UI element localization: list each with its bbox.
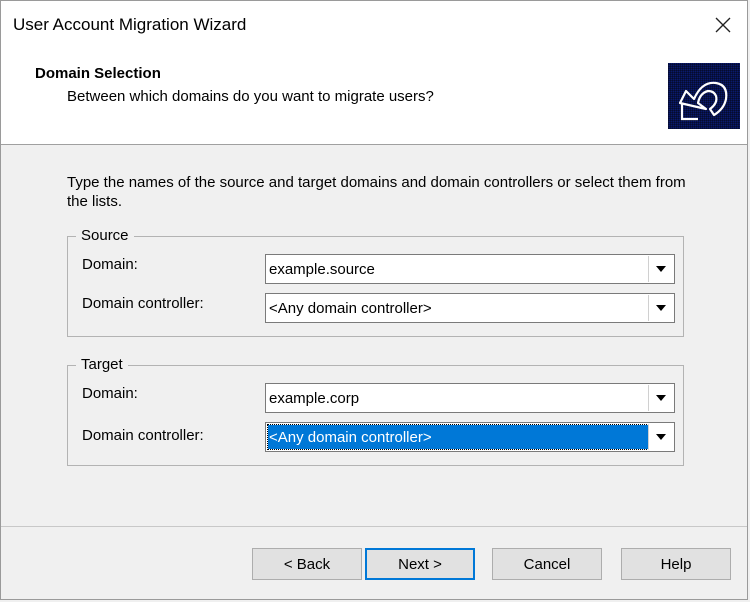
next-button[interactable]: Next > — [365, 548, 475, 580]
title-bar: User Account Migration Wizard — [1, 1, 747, 49]
close-button[interactable] — [699, 1, 747, 49]
page-title: Domain Selection — [35, 65, 161, 82]
source-dc-value[interactable]: <Any domain controller> — [268, 296, 648, 320]
source-dc-label: Domain controller: — [82, 295, 204, 312]
back-button[interactable]: < Back — [252, 548, 362, 580]
migration-arrow-icon — [668, 63, 740, 129]
close-icon — [715, 17, 731, 33]
source-domain-combobox[interactable]: example.source — [265, 254, 675, 284]
target-domain-value[interactable]: example.corp — [268, 386, 648, 410]
wizard-window: User Account Migration Wizard Domain Sel… — [0, 0, 748, 600]
cancel-button[interactable]: Cancel — [492, 548, 602, 580]
target-domain-dropdown-button[interactable] — [648, 385, 673, 411]
window-title: User Account Migration Wizard — [13, 15, 247, 34]
source-group: Source Domain: example.source Domain con… — [67, 227, 684, 337]
target-dc-value[interactable]: <Any domain controller> — [267, 424, 649, 450]
target-legend: Target — [76, 356, 128, 374]
source-dc-combobox[interactable]: <Any domain controller> — [265, 293, 675, 323]
target-dc-dropdown-button[interactable] — [648, 424, 673, 450]
target-dc-combobox[interactable]: <Any domain controller> — [265, 422, 675, 452]
source-legend: Source — [76, 227, 134, 245]
target-domain-combobox[interactable]: example.corp — [265, 383, 675, 413]
target-group: Target Domain: example.corp Domain contr… — [67, 356, 684, 466]
footer-separator — [1, 526, 747, 527]
page-subtitle: Between which domains do you want to mig… — [67, 88, 434, 105]
chevron-down-icon — [656, 305, 666, 311]
source-domain-dropdown-button[interactable] — [648, 256, 673, 282]
target-dc-label: Domain controller: — [82, 427, 204, 444]
target-domain-label: Domain: — [82, 385, 138, 402]
help-button[interactable]: Help — [621, 548, 731, 580]
chevron-down-icon — [656, 266, 666, 272]
instructions-text: Type the names of the source and target … — [67, 174, 686, 210]
chevron-down-icon — [656, 395, 666, 401]
chevron-down-icon — [656, 434, 666, 440]
wizard-header: Domain Selection Between which domains d… — [1, 49, 747, 145]
source-domain-label: Domain: — [82, 256, 138, 273]
source-dc-dropdown-button[interactable] — [648, 295, 673, 321]
source-domain-value[interactable]: example.source — [268, 257, 648, 281]
